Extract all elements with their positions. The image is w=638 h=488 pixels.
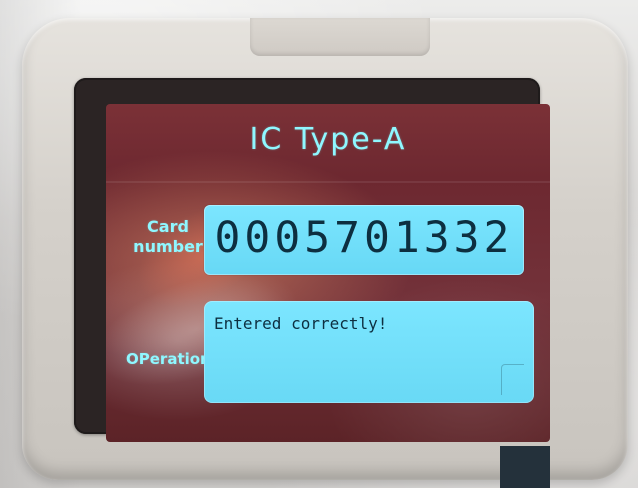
card-label-line-1: Card bbox=[147, 217, 189, 236]
corner-mark-icon bbox=[501, 364, 524, 395]
title-divider bbox=[106, 181, 550, 183]
operation-label: OPeration bbox=[126, 350, 211, 368]
operation-message: Entered correctly! bbox=[214, 314, 388, 333]
screen-title: IC Type-A bbox=[249, 122, 407, 157]
operation-display: Entered correctly! bbox=[204, 301, 534, 403]
device-foot bbox=[500, 446, 550, 488]
lcd-screen: IC Type-A Card number 0005701332 OPerati… bbox=[106, 104, 550, 442]
card-number-value: 0005701332 bbox=[214, 213, 514, 263]
card-label-line-2: number bbox=[133, 237, 203, 256]
card-number-display: 0005701332 bbox=[204, 205, 524, 275]
card-number-label: Card number bbox=[126, 217, 210, 257]
device-top-notch bbox=[250, 18, 430, 56]
